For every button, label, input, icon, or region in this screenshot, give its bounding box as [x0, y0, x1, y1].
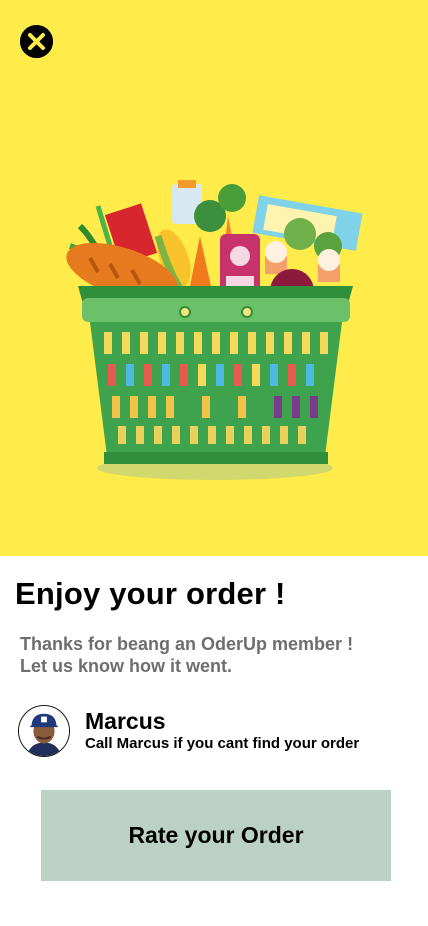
- shopper-contact[interactable]: Marcus Call Marcus if you cant find your…: [18, 705, 418, 759]
- page-title: Enjoy your order !: [15, 576, 286, 611]
- subtitle-line-2: Let us know how it went.: [20, 656, 233, 676]
- shopper-avatar-icon: [19, 706, 69, 756]
- subtitle: Thanks for beang an OderUp member ! Let …: [20, 633, 410, 677]
- rate-order-button[interactable]: Rate your Order: [41, 790, 391, 881]
- shopper-call-hint: Call Marcus if you cant find your order: [85, 735, 360, 752]
- hero-banner: [0, 0, 428, 556]
- avatar: [18, 705, 70, 757]
- shopper-name: Marcus: [85, 708, 166, 734]
- close-icon[interactable]: [20, 25, 53, 58]
- subtitle-line-1: Thanks for beang an OderUp member !: [20, 634, 354, 654]
- grocery-basket-illustration: [66, 180, 363, 480]
